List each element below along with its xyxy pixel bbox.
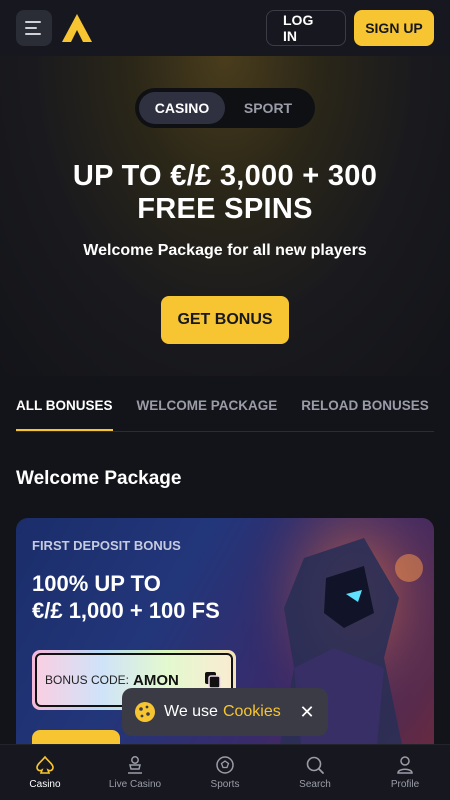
nav-sports[interactable]: Sports bbox=[180, 745, 270, 800]
toggle-sport[interactable]: SPORT bbox=[225, 92, 311, 124]
hero-title: UP TO €/£ 3,000 + 300 FREE SPINS bbox=[0, 160, 450, 226]
copy-icon[interactable] bbox=[203, 670, 223, 690]
hero-title-line2: FREE SPINS bbox=[137, 193, 313, 225]
nav-live-casino[interactable]: Live Casino bbox=[90, 745, 180, 800]
nav-casino[interactable]: Casino bbox=[0, 745, 90, 800]
get-bonus-button[interactable]: GET BONUS bbox=[161, 296, 289, 344]
card-title-line2: €/£ 1,000 + 100 FS bbox=[32, 598, 220, 623]
card-title-line1: 100% UP TO bbox=[32, 571, 161, 596]
tab-welcome-package[interactable]: WELCOME PACKAGE bbox=[137, 398, 278, 431]
logo-icon bbox=[62, 14, 92, 42]
hero-banner: CASINO SPORT UP TO €/£ 3,000 + 300 FREE … bbox=[0, 56, 450, 376]
cookie-link[interactable]: Cookies bbox=[223, 703, 281, 721]
nav-live-casino-label: Live Casino bbox=[108, 779, 162, 790]
nav-search[interactable]: Search bbox=[270, 745, 360, 800]
nav-search-label: Search bbox=[299, 779, 331, 790]
bottom-nav: Casino Live Casino Sports Search Profile bbox=[0, 744, 450, 800]
card-label: FIRST DEPOSIT BONUS bbox=[32, 538, 181, 553]
hero-subtitle: Welcome Package for all new players bbox=[83, 242, 367, 259]
signup-button[interactable]: SIGN UP bbox=[354, 10, 434, 46]
cookie-text: We use bbox=[164, 703, 218, 720]
football-icon bbox=[216, 756, 234, 774]
brand-logo[interactable] bbox=[60, 11, 94, 45]
user-icon bbox=[397, 756, 413, 774]
product-toggle: CASINO SPORT bbox=[135, 88, 315, 128]
menu-button[interactable] bbox=[16, 10, 52, 46]
nav-casino-label: Casino bbox=[29, 779, 61, 790]
bonus-code-value: AMON bbox=[133, 671, 179, 689]
menu-icon bbox=[25, 21, 41, 35]
toggle-casino[interactable]: CASINO bbox=[139, 92, 225, 124]
close-icon[interactable]: ✕ bbox=[298, 702, 316, 723]
login-button[interactable]: LOG IN bbox=[266, 10, 346, 46]
card-title: 100% UP TO €/£ 1,000 + 100 FS bbox=[32, 570, 220, 624]
nav-sports-label: Sports bbox=[210, 779, 240, 790]
search-icon bbox=[306, 756, 324, 774]
hero-title-line1: UP TO €/£ 3,000 + 300 bbox=[72, 160, 378, 192]
bonus-code-label: BONUS CODE: bbox=[45, 673, 130, 687]
cookie-icon bbox=[135, 702, 155, 722]
dealer-icon bbox=[128, 756, 142, 774]
nav-profile[interactable]: Profile bbox=[360, 745, 450, 800]
tab-all-bonuses[interactable]: ALL BONUSES bbox=[16, 398, 113, 431]
top-header: LOG IN SIGN UP bbox=[0, 0, 450, 56]
section-title: Welcome Package bbox=[16, 468, 182, 489]
bonus-tabs: ALL BONUSES WELCOME PACKAGE RELOAD BONUS… bbox=[16, 398, 434, 432]
tab-reload-bonuses[interactable]: RELOAD BONUSES bbox=[301, 398, 429, 431]
pharaoh-artwork bbox=[234, 518, 434, 778]
bonus-card[interactable]: FIRST DEPOSIT BONUS 100% UP TO €/£ 1,000… bbox=[16, 518, 434, 778]
spade-icon bbox=[36, 755, 54, 774]
nav-profile-label: Profile bbox=[390, 779, 420, 790]
cookie-banner: We use Cookies ✕ bbox=[122, 688, 328, 736]
